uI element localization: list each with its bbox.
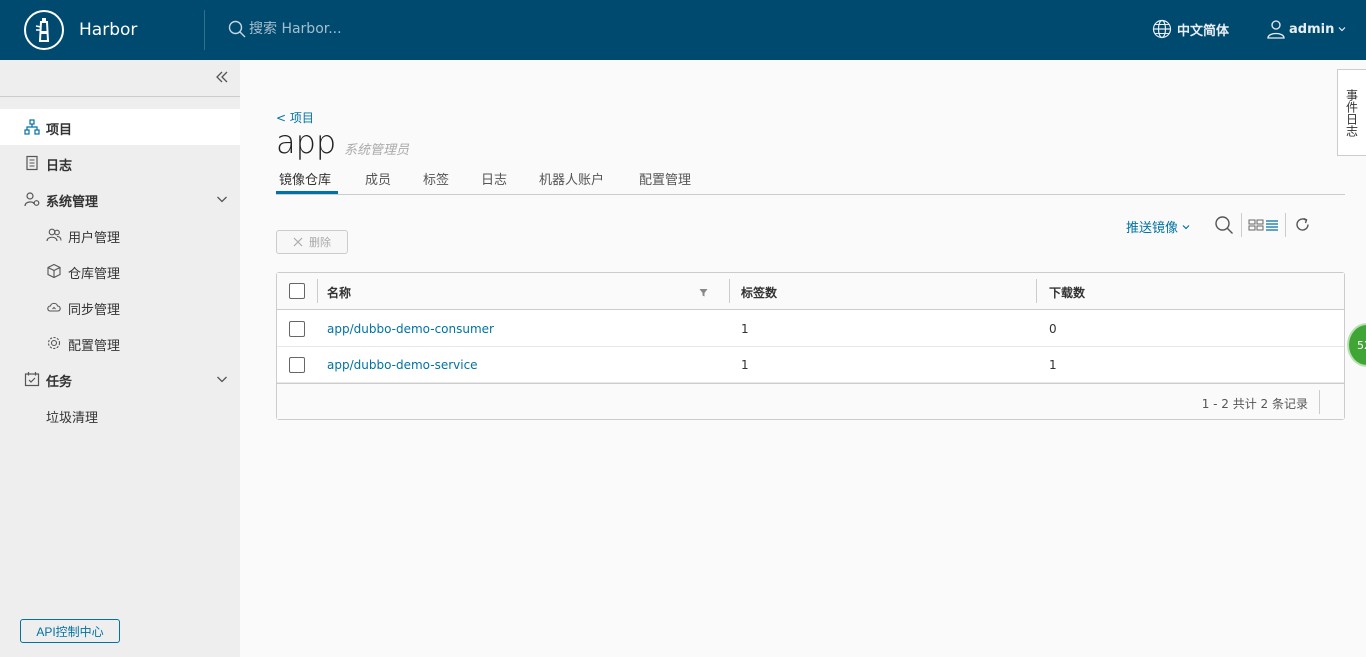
filter-icon[interactable] bbox=[699, 288, 708, 297]
table-row[interactable]: app/dubbo-demo-service 1 1 bbox=[277, 347, 1344, 383]
gear-icon bbox=[47, 336, 61, 350]
registry-icon bbox=[47, 263, 61, 279]
replication-icon bbox=[47, 302, 61, 312]
pagination-summary: 1 - 2 共计 2 条记录 bbox=[1201, 397, 1308, 411]
search-input[interactable] bbox=[249, 21, 449, 37]
sidebar-item-label: 日志 bbox=[46, 159, 73, 174]
sidebar-item-registries[interactable]: 仓库管理 bbox=[0, 253, 240, 289]
refresh-icon[interactable] bbox=[1294, 216, 1311, 233]
sidebar-item-logs[interactable]: 日志 bbox=[0, 145, 240, 181]
sidebar-item-label: 任务 bbox=[46, 375, 73, 390]
tab-robot-accounts[interactable]: 机器人账户 bbox=[539, 169, 604, 188]
table-footer: 1 - 2 共计 2 条记录 bbox=[277, 383, 1344, 419]
chevron-down-icon bbox=[1182, 224, 1190, 229]
footer-separator bbox=[1319, 390, 1320, 414]
sidebar-item-label: 同步管理 bbox=[68, 303, 121, 318]
sidebar-divider bbox=[0, 96, 240, 97]
push-label: 推送镜像 bbox=[1126, 221, 1179, 236]
row-checkbox[interactable] bbox=[289, 357, 305, 373]
pull-count: 1 bbox=[1049, 358, 1057, 372]
user-menu[interactable]: admin bbox=[1266, 19, 1347, 39]
column-header-pulls[interactable]: 下载数 bbox=[1049, 284, 1085, 301]
delete-button[interactable]: 删除 bbox=[276, 230, 348, 254]
tags-count: 1 bbox=[741, 322, 749, 336]
users-icon bbox=[46, 228, 62, 242]
search-icon bbox=[228, 20, 246, 38]
list-view-icon[interactable] bbox=[1265, 218, 1279, 232]
project-icon bbox=[24, 119, 40, 135]
sidebar-item-label: 项目 bbox=[46, 123, 73, 138]
push-image-dropdown[interactable]: 推送镜像 bbox=[1126, 217, 1191, 236]
repository-table: 名称 标签数 下载数 app/dubbo-demo-consumer 1 0 a… bbox=[276, 272, 1345, 420]
sidebar-item-projects[interactable]: 项目 bbox=[0, 109, 240, 145]
sidebar-item-label: 配置管理 bbox=[68, 339, 121, 354]
api-explorer-button[interactable]: API控制中心 bbox=[20, 619, 120, 643]
globe-icon bbox=[1152, 19, 1172, 39]
top-header: Harbor 中文简体 admin bbox=[0, 0, 1366, 60]
sidebar-item-administration[interactable]: 系统管理 bbox=[0, 181, 240, 217]
global-search[interactable] bbox=[228, 20, 449, 38]
tab-members[interactable]: 成员 bbox=[365, 169, 391, 188]
chevron-down-icon bbox=[217, 376, 227, 383]
column-separator bbox=[1036, 279, 1037, 303]
column-header-name[interactable]: 名称 bbox=[327, 284, 351, 301]
card-view-icon[interactable] bbox=[1248, 218, 1264, 232]
column-header-tags[interactable]: 标签数 bbox=[741, 284, 777, 301]
active-tab-indicator bbox=[276, 191, 338, 194]
column-separator bbox=[317, 279, 318, 303]
role-label: 系统管理员 bbox=[344, 143, 410, 158]
harbor-logo-icon bbox=[24, 10, 64, 50]
user-icon bbox=[1267, 20, 1285, 39]
tab-logs[interactable]: 日志 bbox=[481, 169, 507, 188]
brand-name: Harbor bbox=[79, 20, 138, 40]
chevron-down-icon bbox=[217, 196, 227, 203]
tab-labels[interactable]: 标签 bbox=[423, 169, 449, 188]
page-title: app bbox=[276, 123, 337, 161]
log-icon bbox=[26, 155, 38, 171]
close-icon bbox=[293, 237, 303, 247]
sidebar-item-label: 垃圾清理 bbox=[46, 411, 99, 426]
select-all-checkbox[interactable] bbox=[289, 283, 305, 299]
search-icon[interactable] bbox=[1214, 215, 1234, 235]
delete-label: 删除 bbox=[309, 237, 331, 249]
language-label: 中文简体 bbox=[1177, 23, 1230, 39]
row-checkbox[interactable] bbox=[289, 321, 305, 337]
collapse-sidebar-button[interactable] bbox=[215, 70, 229, 88]
column-separator bbox=[729, 279, 730, 303]
sidebar-item-garbage-collection[interactable]: 垃圾清理 bbox=[0, 397, 240, 433]
double-chevron-left-icon bbox=[216, 71, 228, 83]
table-header: 名称 标签数 下载数 bbox=[277, 273, 1344, 310]
repository-link[interactable]: app/dubbo-demo-service bbox=[327, 358, 478, 372]
chevron-down-icon bbox=[1338, 27, 1346, 32]
language-switcher[interactable]: 中文简体 bbox=[1152, 19, 1229, 39]
sidebar-item-users[interactable]: 用户管理 bbox=[0, 217, 240, 253]
sidebar-item-tasks[interactable]: 任务 bbox=[0, 361, 240, 397]
brand-logo-link[interactable]: Harbor bbox=[24, 10, 137, 50]
username: admin bbox=[1289, 21, 1335, 37]
pull-count: 0 bbox=[1049, 322, 1057, 336]
toolbar-divider bbox=[1285, 213, 1286, 237]
tab-repositories[interactable]: 镜像仓库 bbox=[279, 169, 331, 188]
header-divider bbox=[204, 10, 205, 50]
admin-icon bbox=[24, 192, 40, 207]
sidebar-item-label: 仓库管理 bbox=[68, 267, 121, 282]
sidebar-item-configuration[interactable]: 配置管理 bbox=[0, 325, 240, 361]
tasks-icon bbox=[24, 372, 40, 387]
sidebar-item-label: 系统管理 bbox=[46, 195, 99, 210]
sidebar: 项目 日志 系统管理 用户管理 仓库管理 同步管理 配置管理 任务 垃圾清理 A… bbox=[0, 60, 240, 657]
toolbar-divider bbox=[1241, 213, 1242, 237]
tab-configuration[interactable]: 配置管理 bbox=[639, 169, 691, 188]
sidebar-item-label: 用户管理 bbox=[68, 231, 121, 246]
table-row[interactable]: app/dubbo-demo-consumer 1 0 bbox=[277, 311, 1344, 347]
project-tabs: 镜像仓库 成员 标签 日志 机器人账户 配置管理 bbox=[276, 160, 1345, 195]
event-log-drawer-tab[interactable]: 事件日志 bbox=[1337, 69, 1366, 156]
repository-link[interactable]: app/dubbo-demo-consumer bbox=[327, 322, 494, 336]
tags-count: 1 bbox=[741, 358, 749, 372]
sidebar-item-replications[interactable]: 同步管理 bbox=[0, 289, 240, 325]
floating-badge[interactable]: 52 bbox=[1347, 323, 1366, 367]
